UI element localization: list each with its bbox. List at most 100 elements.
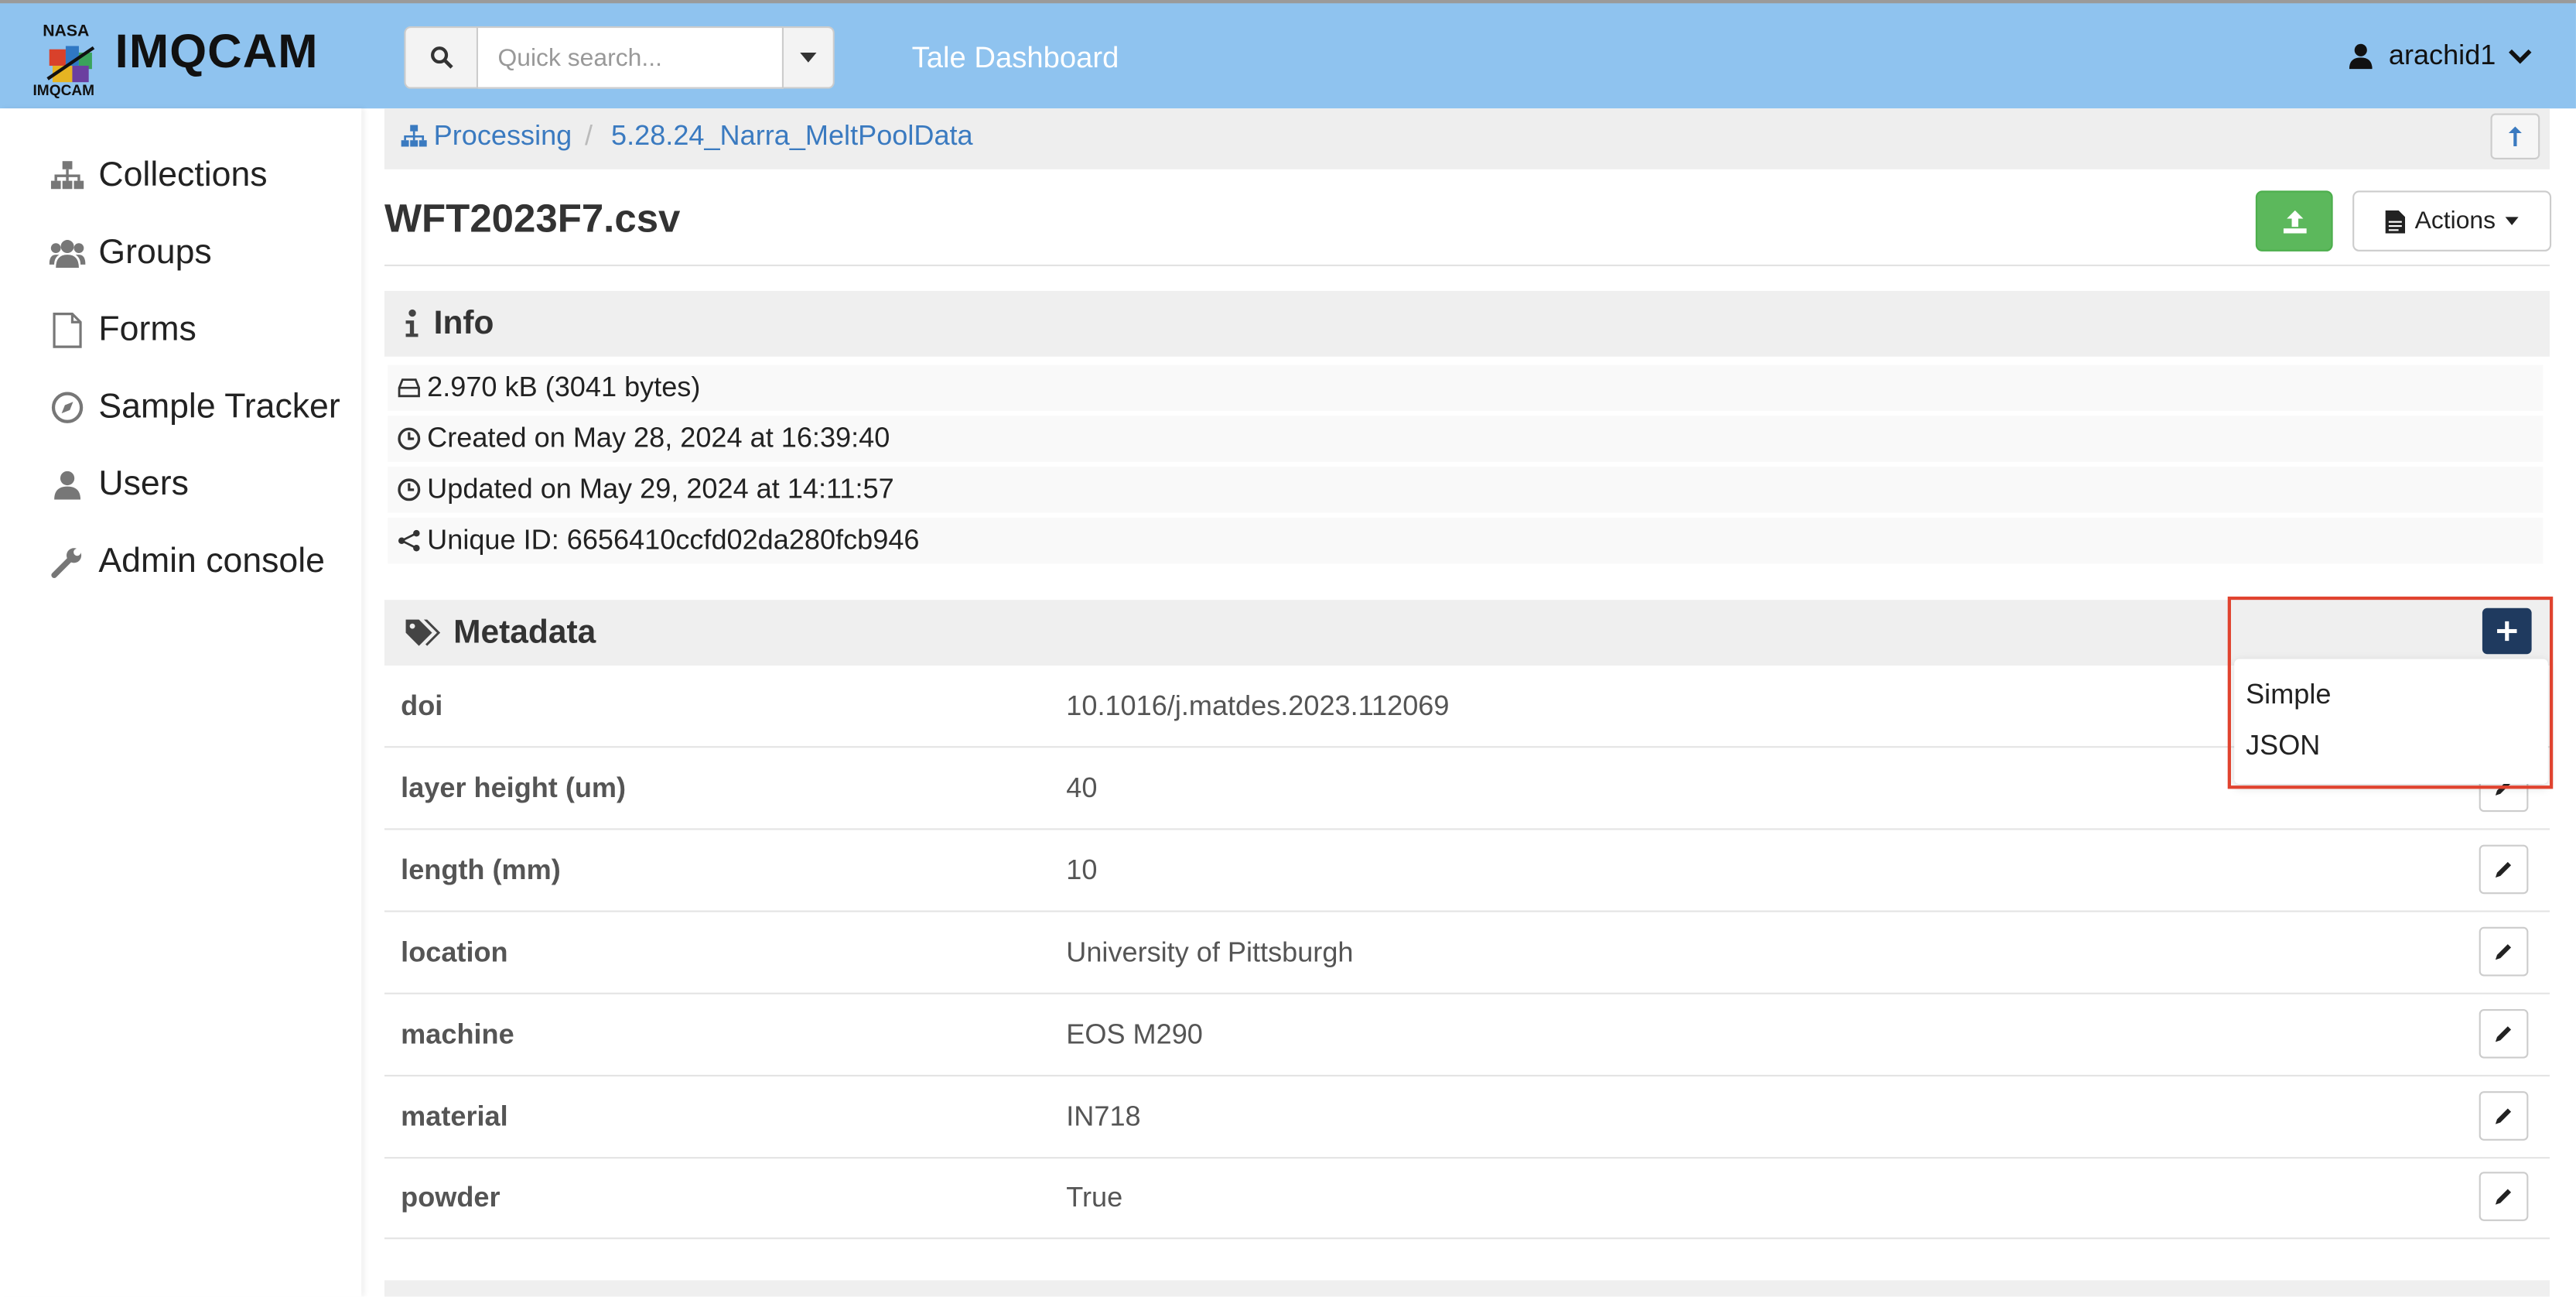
page-title: WFT2023F7.csv <box>384 197 681 242</box>
clock-icon <box>398 478 421 501</box>
file-size: 2.970 kB (3041 bytes) <box>427 371 701 403</box>
sitemap-icon <box>401 125 427 147</box>
sidebar-item-label: Sample Tracker <box>98 388 340 426</box>
user-icon <box>50 467 86 503</box>
pencil-icon <box>2495 1189 2512 1205</box>
metadata-panel-heading: Metadata <box>384 600 2550 666</box>
metadata-row: length (mm) 10 <box>384 830 2550 912</box>
app-canvas: NASA IMQCAM IMQCAM Quick search... Tale … <box>0 0 2576 1297</box>
pencil-icon <box>2495 1108 2512 1124</box>
edit-metadata-button[interactable] <box>2479 1172 2529 1221</box>
breadcrumb-separator: / <box>585 120 593 152</box>
add-metadata-menu: Simple JSON <box>2234 659 2548 785</box>
info-panel-heading: Info <box>384 290 2550 357</box>
info-icon <box>404 309 420 338</box>
metadata-key: length (mm) <box>401 854 561 886</box>
tale-dashboard-link[interactable]: Tale Dashboard <box>912 41 1119 76</box>
upload-button[interactable] <box>2255 190 2333 252</box>
pencil-icon <box>2495 1026 2512 1042</box>
sidebar-item-admin-console[interactable]: Admin console <box>50 542 325 582</box>
metadata-row: doi 10.1016/j.matdes.2023.112069 <box>384 666 2550 748</box>
info-created-row: Created on May 28, 2024 at 16:39:40 <box>388 416 2544 462</box>
level-up-icon <box>2508 126 2522 147</box>
search-input[interactable] <box>477 26 784 89</box>
search-button[interactable] <box>404 26 478 89</box>
sidebar-item-forms[interactable]: Forms <box>50 310 196 350</box>
chevron-down-icon <box>2509 49 2532 64</box>
parent-folder-button[interactable] <box>2490 113 2540 159</box>
actions-dropdown-button[interactable]: Actions <box>2352 190 2552 252</box>
sidebar-item-label: Users <box>98 465 189 503</box>
metadata-row: powder True <box>384 1157 2550 1240</box>
info-updated-row: Updated on May 29, 2024 at 14:11:57 <box>388 467 2544 513</box>
user-icon <box>2349 43 2373 70</box>
add-metadata-button[interactable] <box>2482 607 2532 655</box>
search-icon <box>429 46 453 69</box>
user-menu[interactable]: arachid1 <box>2349 39 2532 72</box>
metadata-value: 10 <box>1066 854 1098 886</box>
breadcrumb-root-label: Processing <box>433 120 572 152</box>
caret-down-icon <box>800 52 817 63</box>
breadcrumb: Processing / 5.28.24_Narra_MeltPoolData <box>384 108 2550 169</box>
logo-mark-icon <box>46 46 95 83</box>
edit-metadata-button[interactable] <box>2479 1091 2529 1141</box>
metadata-value: True <box>1066 1181 1123 1213</box>
sidebar-item-users[interactable]: Users <box>50 465 189 505</box>
upload-icon <box>2282 209 2306 233</box>
sidebar-item-label: Collections <box>98 156 268 194</box>
edit-metadata-button[interactable] <box>2479 1008 2529 1059</box>
sidebar-item-label: Groups <box>98 233 212 272</box>
menu-item-simple[interactable]: Simple <box>2246 679 2331 711</box>
hdd-icon <box>398 378 421 398</box>
divider <box>384 264 2550 267</box>
unique-id: Unique ID: 6656410ccfd02da280fcb946 <box>427 524 920 556</box>
info-id-row: Unique ID: 6656410ccfd02da280fcb946 <box>388 517 2544 564</box>
created-date: Created on May 28, 2024 at 16:39:40 <box>427 422 890 454</box>
metadata-row: material IN718 <box>384 1076 2550 1159</box>
search-options-dropdown[interactable] <box>784 26 835 89</box>
sidebar-item-label: Admin console <box>98 542 325 580</box>
edit-metadata-button[interactable] <box>2479 926 2529 977</box>
metadata-row: layer height (um) 40 <box>384 748 2550 830</box>
breadcrumb-current-link[interactable]: 5.28.24_Narra_MeltPoolData <box>611 120 973 152</box>
quick-search <box>404 26 835 89</box>
metadata-key: powder <box>401 1181 501 1213</box>
edit-metadata-button[interactable] <box>2479 844 2529 895</box>
app-title[interactable]: IMQCAM <box>115 26 319 80</box>
metadata-heading: Metadata <box>453 614 596 650</box>
nasa-logo[interactable]: NASA IMQCAM <box>32 23 104 99</box>
metadata-key: machine <box>401 1018 514 1051</box>
metadata-value: 10.1016/j.matdes.2023.112069 <box>1066 690 1450 722</box>
metadata-value: 40 <box>1066 772 1098 804</box>
plus-icon <box>2497 621 2517 642</box>
clock-icon <box>398 427 421 450</box>
metadata-key: location <box>401 936 508 968</box>
compass-icon <box>50 389 86 426</box>
sitemap-icon <box>50 158 86 194</box>
metadata-row: location University of Pittsburgh <box>384 912 2550 994</box>
logo-imqcam-text: IMQCAM <box>32 82 95 99</box>
metadata-value: EOS M290 <box>1066 1018 1203 1051</box>
metadata-value: IN718 <box>1066 1100 1141 1133</box>
metadata-key: material <box>401 1100 508 1133</box>
breadcrumb-root-link[interactable]: Processing <box>401 120 572 152</box>
next-panel-heading <box>384 1280 2550 1297</box>
file-icon <box>50 313 86 349</box>
pencil-icon <box>2495 861 2512 878</box>
metadata-key: doi <box>401 690 443 722</box>
updated-date: Updated on May 29, 2024 at 14:11:57 <box>427 473 894 505</box>
share-alt-icon <box>398 529 421 553</box>
metadata-value: University of Pittsburgh <box>1066 936 1354 968</box>
info-size-row: 2.970 kB (3041 bytes) <box>388 364 2544 411</box>
file-text-icon <box>2385 209 2405 233</box>
sidebar-item-groups[interactable]: Groups <box>49 233 212 273</box>
sidebar-item-collections[interactable]: Collections <box>50 156 268 196</box>
sidebar-item-label: Forms <box>98 310 196 349</box>
menu-item-json[interactable]: JSON <box>2246 730 2320 762</box>
wrench-icon <box>50 544 86 580</box>
username: arachid1 <box>2388 39 2496 71</box>
metadata-row: machine EOS M290 <box>384 994 2550 1077</box>
logo-nasa-text: NASA <box>43 22 90 42</box>
users-group-icon <box>49 235 86 272</box>
sidebar-item-sample-tracker[interactable]: Sample Tracker <box>50 388 340 427</box>
